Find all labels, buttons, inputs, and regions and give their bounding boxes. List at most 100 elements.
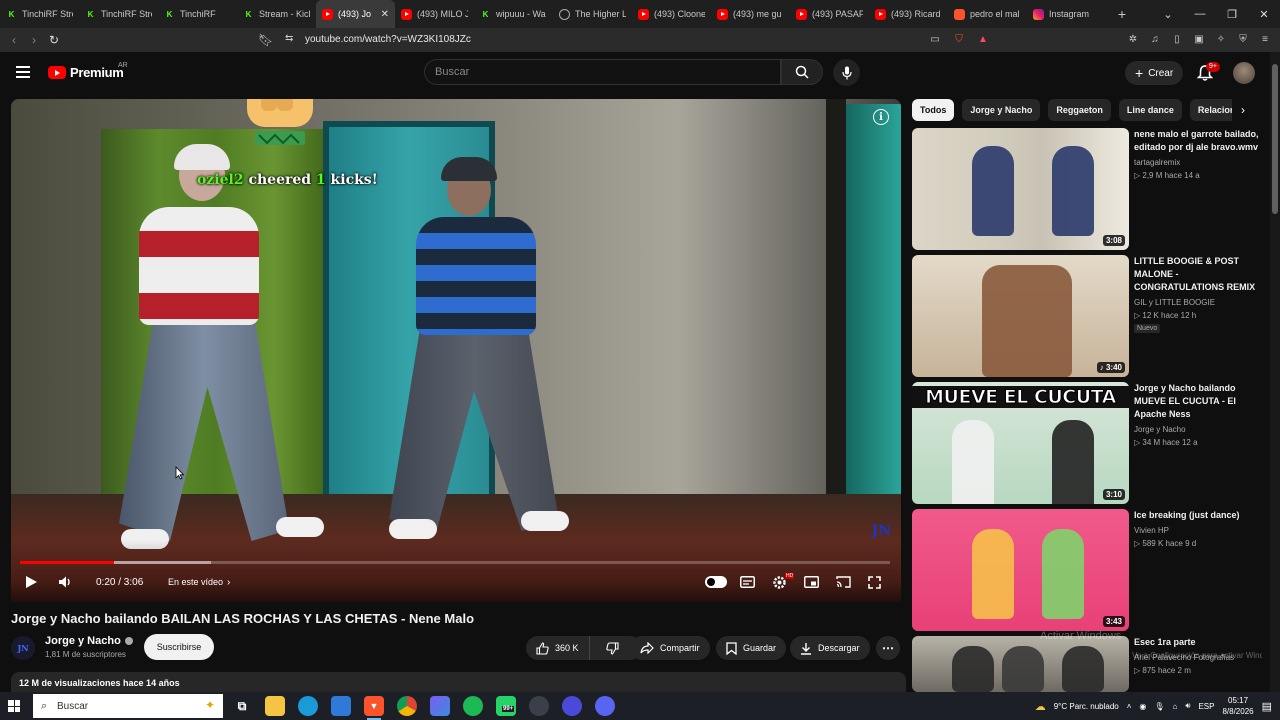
search-input[interactable] xyxy=(425,60,780,84)
video-player[interactable]: oziel2 cheered 1 kicks! i JN xyxy=(11,99,901,602)
browser-tab[interactable]: (493) Jo ✕ xyxy=(316,0,395,28)
page-scrollbar[interactable] xyxy=(1270,52,1280,692)
browser-tab[interactable]: The Higher L xyxy=(553,0,632,28)
back-icon[interactable]: ‹ xyxy=(4,30,24,50)
recommended-channel-name[interactable]: tartagalremix xyxy=(1134,156,1180,169)
steam-icon[interactable] xyxy=(529,696,549,716)
new-tab-button[interactable]: + xyxy=(1110,6,1134,22)
discord-icon[interactable] xyxy=(595,696,615,716)
filter-chip[interactable]: Jorge y Nacho xyxy=(962,99,1041,121)
recommended-video[interactable]: ♪ 3:40 LITTLE BOOGIE & POST MALONE - CONG… xyxy=(912,255,1267,377)
recommended-video[interactable]: 3:08 nene malo el garrote bailado, editad… xyxy=(912,128,1267,250)
task-view-icon[interactable]: ⧉ xyxy=(232,696,252,716)
dislike-button[interactable] xyxy=(596,636,629,660)
miniplayer-button[interactable] xyxy=(804,574,819,590)
mute-button[interactable] xyxy=(58,574,72,590)
url-field[interactable]: youtube.com/watch?v=WZ3KI108JZc xyxy=(305,34,471,45)
minimize-button[interactable]: — xyxy=(1184,0,1216,28)
browser-tab[interactable]: K TinchiRF Stre xyxy=(79,0,158,28)
windows-start-icon[interactable] xyxy=(8,700,20,712)
autoplay-toggle[interactable] xyxy=(705,576,727,588)
like-button[interactable]: 360 K xyxy=(526,636,590,660)
subtitles-button[interactable] xyxy=(740,574,755,590)
sidebar-icon[interactable]: ▯ xyxy=(1170,32,1184,46)
hamburger-menu-icon[interactable] xyxy=(16,66,30,78)
network-icon[interactable]: ⌂ xyxy=(1173,702,1178,711)
youtube-logo[interactable]: Premium xyxy=(48,65,124,80)
visual-studio-icon[interactable] xyxy=(430,696,450,716)
filter-chip[interactable]: Reggaeton xyxy=(1048,99,1111,121)
menu-icon[interactable]: ≡ xyxy=(1258,32,1272,46)
filter-chip[interactable]: Todos xyxy=(912,99,955,121)
clock[interactable]: 05:17 8/8/2026 xyxy=(1222,695,1253,717)
channel-watermark[interactable]: JN xyxy=(872,523,891,539)
filter-chip[interactable]: Line dance xyxy=(1118,99,1182,121)
channel-name-link[interactable]: Jorge y Nacho xyxy=(45,635,133,647)
maximize-button[interactable]: ❐ xyxy=(1216,0,1248,28)
subscribe-button[interactable]: Suscribirse xyxy=(144,634,214,660)
recommended-channel-name[interactable]: Jorge y Nacho xyxy=(1134,423,1186,436)
weather-text[interactable]: 9°C Parc. nublado xyxy=(1054,702,1119,711)
edge-icon[interactable] xyxy=(298,696,318,716)
notification-center-icon[interactable]: ▤ xyxy=(1262,700,1272,713)
browser-tab[interactable]: (493) Cloone xyxy=(632,0,711,28)
media-icon[interactable]: ♫ xyxy=(1148,32,1162,46)
video-thumbnail[interactable]: ♪ 3:40 xyxy=(912,255,1129,377)
channel-avatar[interactable]: JN xyxy=(11,636,35,660)
obs-icon[interactable] xyxy=(562,696,582,716)
info-icon[interactable]: i xyxy=(873,109,889,125)
bookmark-icon[interactable]: 🔖︎ xyxy=(258,33,273,47)
browser-tab[interactable]: (493) PASAP xyxy=(790,0,869,28)
recommended-video-title[interactable]: Esec 1ra parte xyxy=(1134,636,1262,649)
more-actions-icon[interactable]: ⋯ xyxy=(876,636,900,660)
site-settings-icon[interactable]: ⇆ xyxy=(285,33,293,44)
browser-tab[interactable]: (493) me gu xyxy=(711,0,790,28)
play-button[interactable] xyxy=(24,574,38,590)
language-indicator[interactable]: ESP xyxy=(1198,702,1214,711)
account-avatar[interactable] xyxy=(1233,62,1255,84)
brave-taskbar-icon[interactable]: ▼ xyxy=(364,696,384,720)
tab-search-icon[interactable]: ⌄ xyxy=(1152,0,1184,28)
recommended-video-title[interactable]: Jorge y Nacho bailando MUEVE EL CUCUTA -… xyxy=(1134,382,1262,421)
volume-tray-icon[interactable]: 🔊︎ xyxy=(1185,701,1190,711)
browser-tab[interactable]: K Stream - Kick xyxy=(237,0,316,28)
search-button[interactable] xyxy=(781,59,823,85)
browser-tab[interactable]: Kwipuuu - Wa xyxy=(474,0,553,28)
save-button[interactable]: Guardar xyxy=(716,636,787,660)
video-thumbnail[interactable]: 3:43 xyxy=(912,509,1129,631)
wallet-icon[interactable]: ▣ xyxy=(1192,32,1206,46)
browser-tab[interactable]: (493) Ricard xyxy=(869,0,948,28)
tray-chevron-icon[interactable]: ˄ xyxy=(1127,702,1132,711)
store-icon[interactable] xyxy=(331,696,351,716)
brave-rewards-icon[interactable]: ▲ xyxy=(976,32,990,46)
reload-icon[interactable]: ↻ xyxy=(44,30,64,50)
video-thumbnail[interactable]: MUEVE EL CUCUTA 3:10 xyxy=(912,382,1129,504)
browser-tab[interactable]: (493) MILO J xyxy=(395,0,474,28)
recommended-video[interactable]: 3:43 Ice breaking (just dance) Vivien HP ▷ … xyxy=(912,509,1267,631)
recommended-video-title[interactable]: Ice breaking (just dance) xyxy=(1134,509,1262,522)
create-button[interactable]: + Crear xyxy=(1125,61,1184,85)
scrollbar-thumb[interactable] xyxy=(1272,64,1278,214)
weather-icon[interactable]: ☁ xyxy=(1035,700,1046,713)
file-explorer-icon[interactable] xyxy=(265,696,285,716)
recommended-video[interactable]: MUEVE EL CUCUTA 3:10 Jorge y Nacho bailand… xyxy=(912,382,1267,504)
fullscreen-button[interactable] xyxy=(868,574,881,590)
video-thumbnail[interactable] xyxy=(912,636,1129,692)
recommended-channel-name[interactable]: Vivien HP xyxy=(1134,524,1169,537)
video-thumbnail[interactable]: 3:08 xyxy=(912,128,1129,250)
recommended-video-title[interactable]: nene malo el garrote bailado, editado po… xyxy=(1134,128,1262,154)
vpn-icon[interactable]: ⛨ xyxy=(1236,32,1250,46)
browser-tab[interactable]: K TinchiRF xyxy=(158,0,237,28)
browser-tab[interactable]: K TinchiRF Stre xyxy=(0,0,79,28)
browser-tab[interactable]: pedro el mal xyxy=(948,0,1027,28)
taskbar-search[interactable]: ⌕ Buscar ✦ xyxy=(33,694,223,718)
whatsapp-icon[interactable]: 99+ xyxy=(496,696,516,716)
recommended-video-title[interactable]: LITTLE BOOGIE & POST MALONE - CONGRATULA… xyxy=(1134,255,1262,294)
cast-icon[interactable]: ▭ xyxy=(928,32,942,46)
browser-tab[interactable]: Instagram xyxy=(1027,0,1106,28)
close-window-button[interactable]: ✕ xyxy=(1248,0,1280,28)
forward-icon[interactable]: › xyxy=(24,30,44,50)
brave-shields-icon[interactable]: ⛉ xyxy=(952,32,966,46)
recommended-video[interactable]: Esec 1ra parte Ariel Palavecino Fotografí… xyxy=(912,636,1267,692)
voice-search-button[interactable] xyxy=(833,59,860,86)
